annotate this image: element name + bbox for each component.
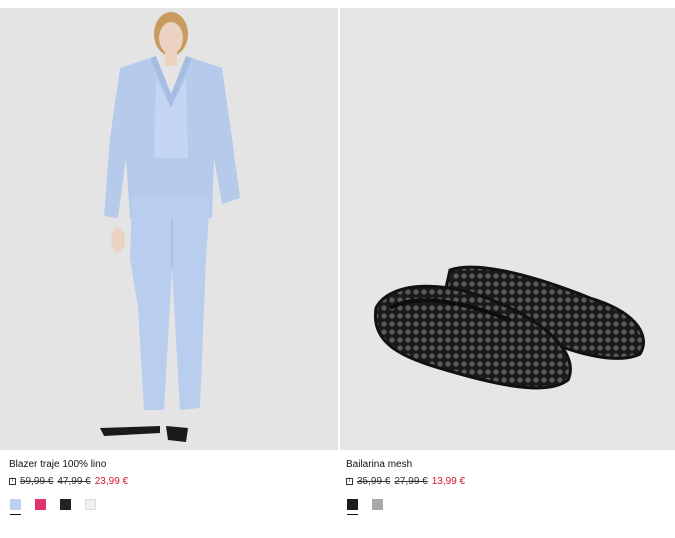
previous-price: 47,99 € — [57, 476, 91, 487]
previous-price: 27,99 € — [394, 476, 428, 487]
color-swatch-light-blue[interactable] — [10, 499, 21, 515]
flats-photo-icon — [340, 8, 675, 450]
price-row: i 59,99 € 47,99 € 23,99 € — [9, 476, 128, 487]
product-card-flats[interactable]: Bailarina mesh i 35,99 € 27,99 € 13,99 € — [340, 8, 675, 515]
color-swatches — [347, 499, 397, 515]
color-swatch-grey[interactable] — [372, 499, 383, 510]
original-price: 59,99 € — [20, 476, 54, 487]
color-swatch-black[interactable] — [347, 499, 358, 515]
color-swatch-white[interactable] — [85, 499, 96, 510]
sale-price: 23,99 € — [94, 476, 129, 487]
info-icon[interactable]: i — [9, 478, 16, 485]
product-name[interactable]: Bailarina mesh — [346, 459, 412, 470]
sale-price: 13,99 € — [431, 476, 466, 487]
color-swatch-pink[interactable] — [35, 499, 46, 510]
product-image-flats[interactable] — [340, 8, 675, 450]
product-card-blazer[interactable]: Blazer traje 100% lino i 59,99 € 47,99 €… — [0, 8, 338, 515]
product-name[interactable]: Blazer traje 100% lino — [9, 459, 106, 470]
blazer-photo-icon — [0, 8, 338, 450]
info-icon[interactable]: i — [346, 478, 353, 485]
product-image-blazer[interactable] — [0, 8, 338, 450]
color-swatches — [10, 499, 110, 515]
color-swatch-black[interactable] — [60, 499, 71, 510]
original-price: 35,99 € — [357, 476, 391, 487]
product-grid: Blazer traje 100% lino i 59,99 € 47,99 €… — [0, 0, 675, 538]
price-row: i 35,99 € 27,99 € 13,99 € — [346, 476, 465, 487]
